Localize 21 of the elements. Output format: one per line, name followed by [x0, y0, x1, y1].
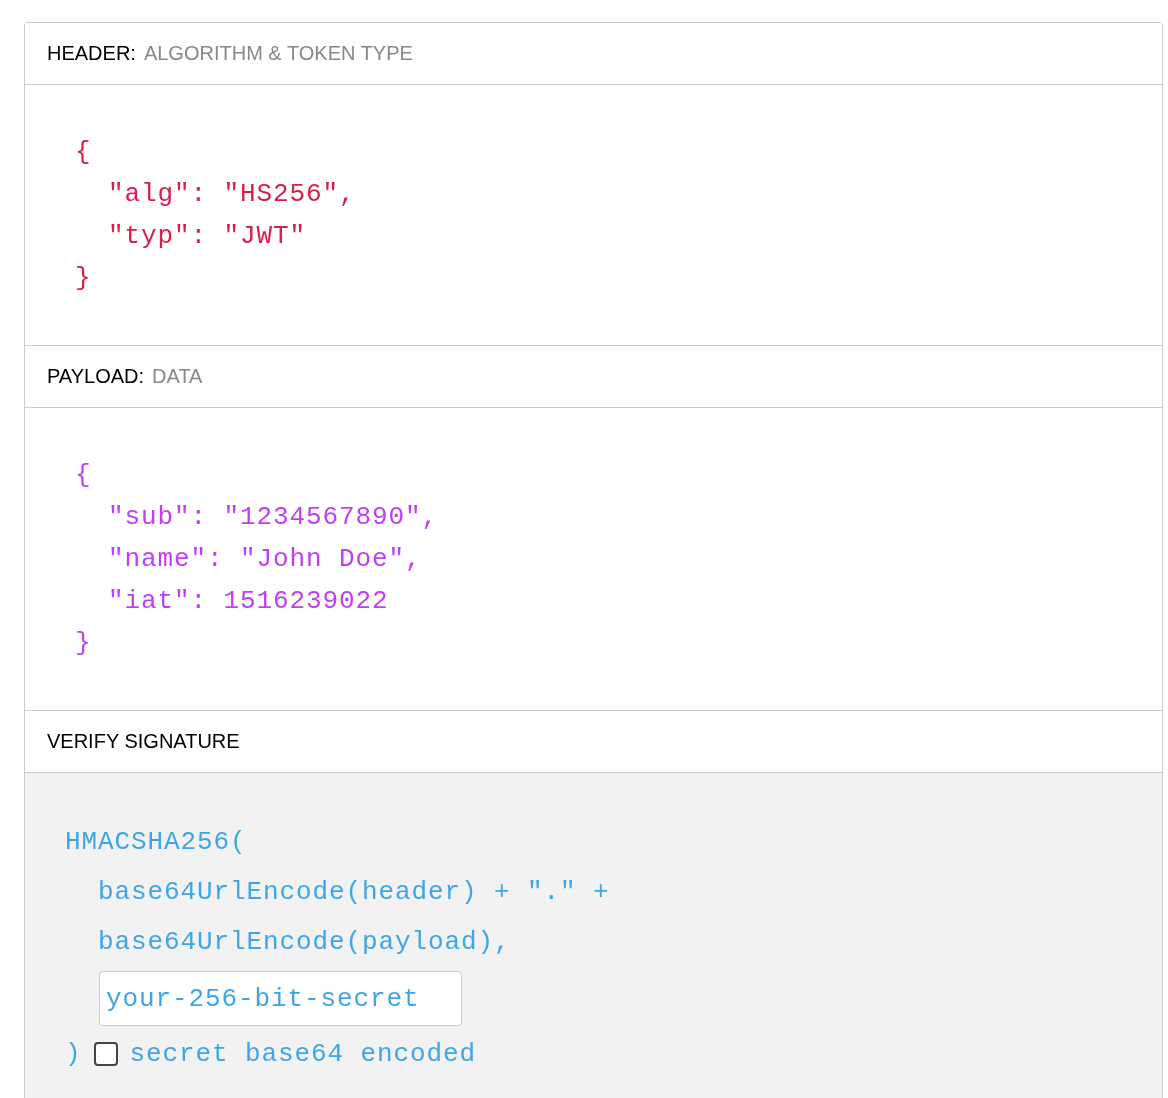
- code-line: {: [75, 459, 92, 492]
- code-line: base64UrlEncode(header) + "." +: [97, 876, 610, 909]
- checkbox[interactable]: [93, 1042, 118, 1066]
- section-subtitle: DATA: [152, 365, 203, 388]
- section-title: VERIFY SIGNATURE: [47, 730, 240, 753]
- code-line: "typ": "JWT": [107, 220, 307, 253]
- code-line: "name": "John Doe",: [107, 543, 422, 576]
- code-line: {: [75, 136, 92, 169]
- checkbox-label: secret base64 encoded: [129, 1038, 477, 1071]
- section-title: PAYLOAD:: [47, 365, 145, 388]
- section-subtitle: ALGORITHM & TOKEN TYPE: [143, 42, 413, 65]
- code-line: }: [75, 262, 92, 295]
- code-line: ): [65, 1038, 82, 1071]
- code-line: HMACSHA256(: [65, 826, 247, 859]
- secret-input-field[interactable]: your-256-bit-secret: [99, 971, 462, 1026]
- code-line: }: [75, 627, 92, 660]
- code-line: "sub": "1234567890",: [107, 501, 439, 534]
- section-title: HEADER:: [47, 42, 136, 65]
- code-line: "alg": "HS256",: [107, 178, 356, 211]
- code-line: "iat": 1516239022: [107, 585, 389, 618]
- code-line: base64UrlEncode(payload),: [97, 926, 511, 959]
